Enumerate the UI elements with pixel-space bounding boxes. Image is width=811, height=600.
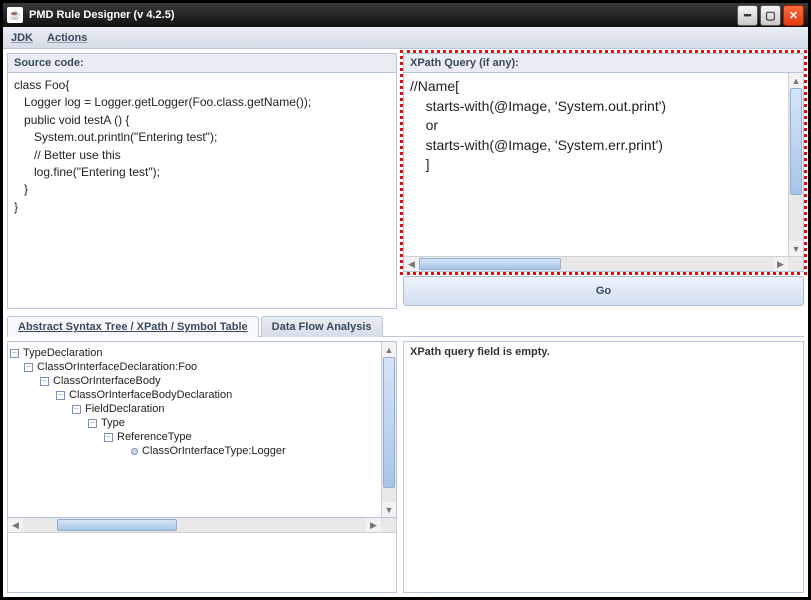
source-code-input[interactable] (8, 73, 396, 308)
scroll-left-icon[interactable]: ◀ (404, 257, 419, 271)
menu-jdk[interactable]: JDK (11, 32, 33, 44)
tree-toggle-icon[interactable]: – (40, 377, 49, 386)
scroll-thumb[interactable] (383, 357, 395, 488)
scroll-left-icon[interactable]: ◀ (8, 518, 23, 532)
java-icon: ☕ (7, 7, 23, 23)
menu-actions[interactable]: Actions (47, 32, 87, 44)
tree-toggle-icon[interactable]: – (72, 405, 81, 414)
tree-leaf-icon (131, 448, 138, 455)
tree-toggle-icon[interactable]: – (56, 391, 65, 400)
results-message: XPath query field is empty. (410, 346, 550, 358)
tree-node-label[interactable]: ReferenceType (117, 431, 192, 443)
scroll-right-icon[interactable]: ▶ (773, 257, 788, 271)
tab-bar: Abstract Syntax Tree / XPath / Symbol Ta… (7, 315, 804, 337)
tree-toggle-icon[interactable]: – (88, 419, 97, 428)
xpath-header: XPath Query (if any): (404, 54, 803, 73)
tree-node-label[interactable]: ClassOrInterfaceBody (53, 375, 161, 387)
tree-toggle-icon[interactable]: – (10, 349, 19, 358)
scroll-down-icon[interactable]: ▼ (789, 241, 803, 256)
tree-node-label[interactable]: ClassOrInterfaceType:Logger (142, 445, 286, 457)
scroll-corner (788, 257, 803, 271)
scroll-up-icon[interactable]: ▲ (789, 73, 803, 88)
minimize-button[interactable]: ━ (737, 5, 758, 26)
close-button[interactable]: ✕ (783, 5, 804, 26)
scroll-thumb[interactable] (57, 519, 177, 531)
app-window: ☕ PMD Rule Designer (v 4.2.5) ━ ▢ ✕ JDK … (0, 0, 811, 600)
xpath-horizontal-scrollbar[interactable]: ◀ ▶ (404, 256, 803, 271)
source-code-panel: Source code: (7, 53, 397, 309)
menu-bar: JDK Actions (3, 27, 808, 49)
scroll-thumb[interactable] (419, 258, 561, 270)
results-panel: XPath query field is empty. (403, 341, 804, 593)
tree-node-label[interactable]: FieldDeclaration (85, 403, 164, 415)
tree-node-label[interactable]: ClassOrInterfaceBodyDeclaration (69, 389, 232, 401)
xpath-panel: XPath Query (if any): ▲ ▼ ◀ ▶ (403, 53, 804, 272)
scroll-up-icon[interactable]: ▲ (382, 342, 396, 357)
scroll-thumb[interactable] (790, 88, 802, 195)
tab-ast[interactable]: Abstract Syntax Tree / XPath / Symbol Ta… (7, 316, 259, 337)
scroll-corner (381, 518, 396, 532)
ast-tree[interactable]: –TypeDeclaration –ClassOrInterfaceDeclar… (8, 342, 381, 517)
window-title: PMD Rule Designer (v 4.2.5) (29, 9, 175, 21)
tree-toggle-icon[interactable]: – (24, 363, 33, 372)
tree-toggle-icon[interactable]: – (104, 433, 113, 442)
xpath-vertical-scrollbar[interactable]: ▲ ▼ (788, 73, 803, 256)
tree-node-label[interactable]: Type (101, 417, 125, 429)
tree-node-label[interactable]: ClassOrInterfaceDeclaration:Foo (37, 361, 197, 373)
symbol-table-panel (7, 533, 397, 593)
xpath-query-input[interactable] (404, 73, 788, 256)
tree-vertical-scrollbar[interactable]: ▲ ▼ (381, 342, 396, 517)
scroll-right-icon[interactable]: ▶ (366, 518, 381, 532)
go-button[interactable]: Go (403, 276, 804, 306)
ast-tree-panel: –TypeDeclaration –ClassOrInterfaceDeclar… (7, 341, 397, 593)
tab-data-flow[interactable]: Data Flow Analysis (261, 316, 383, 337)
maximize-button[interactable]: ▢ (760, 5, 781, 26)
scroll-down-icon[interactable]: ▼ (382, 502, 396, 517)
tree-node-label[interactable]: TypeDeclaration (23, 347, 103, 359)
tree-horizontal-scrollbar[interactable]: ◀ ▶ (7, 518, 397, 533)
title-bar: ☕ PMD Rule Designer (v 4.2.5) ━ ▢ ✕ (3, 3, 808, 27)
source-code-header: Source code: (8, 54, 396, 73)
